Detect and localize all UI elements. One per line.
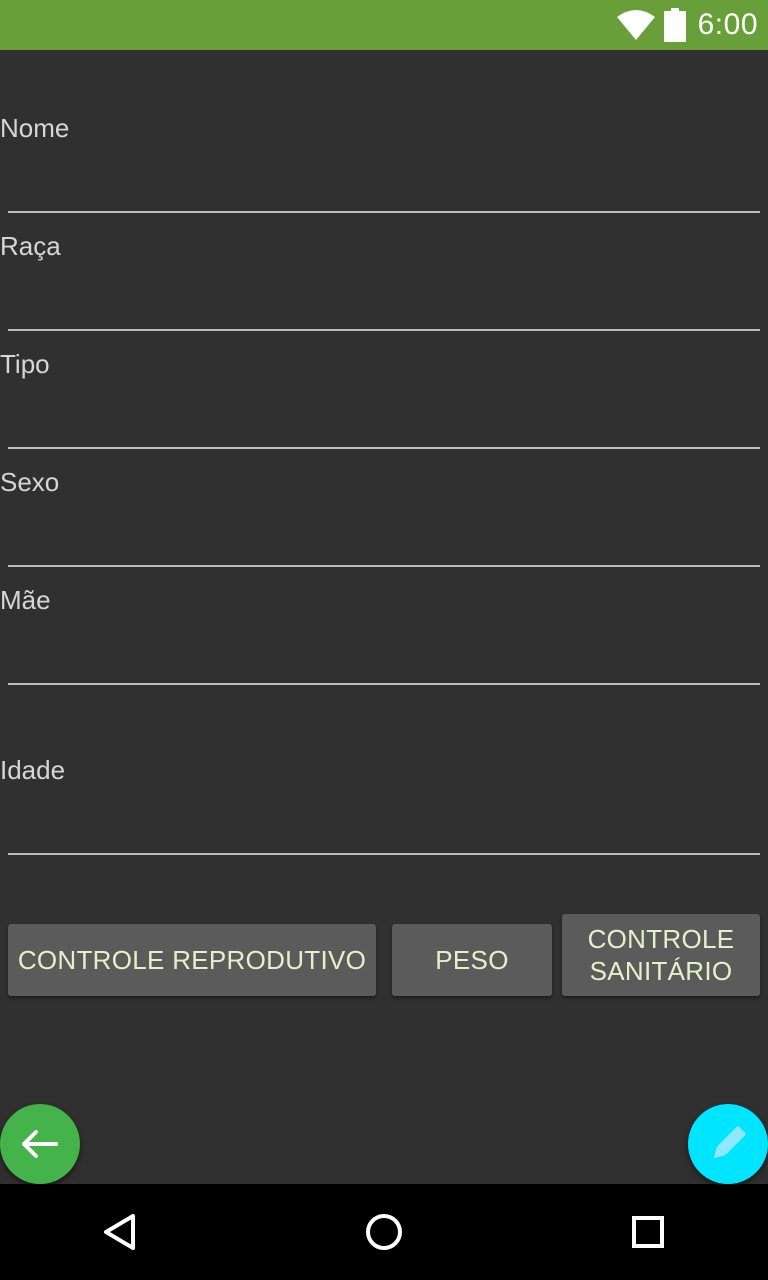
field-label-nome: Nome bbox=[0, 113, 70, 143]
peso-button[interactable]: PESO bbox=[392, 924, 552, 996]
home-circle-icon bbox=[366, 1214, 402, 1250]
controle-sanitario-label-line1: CONTROLE bbox=[587, 924, 735, 954]
wifi-icon bbox=[616, 10, 655, 40]
nav-back-button[interactable] bbox=[72, 1184, 168, 1280]
controle-reprodutivo-button[interactable]: CONTROLE REPRODUTIVO bbox=[8, 924, 376, 996]
field-label-idade: Idade bbox=[0, 755, 66, 785]
controle-sanitario-button[interactable]: CONTROLE SANITÁRIO bbox=[562, 914, 760, 996]
controle-sanitario-label-line2: SANITÁRIO bbox=[589, 956, 733, 986]
recents-square-icon bbox=[632, 1216, 664, 1248]
pencil-icon bbox=[713, 1126, 746, 1159]
nav-recents-button[interactable] bbox=[600, 1184, 696, 1280]
controle-reprodutivo-label: CONTROLE REPRODUTIVO bbox=[17, 945, 367, 975]
tipo-input[interactable] bbox=[8, 447, 760, 449]
nome-input[interactable] bbox=[8, 211, 760, 213]
status-bar: 6:00 bbox=[0, 0, 768, 50]
field-label-raca: Raça bbox=[0, 231, 61, 261]
back-fab-button[interactable] bbox=[0, 1104, 80, 1184]
field-label-tipo: Tipo bbox=[0, 349, 50, 379]
peso-label: PESO bbox=[435, 945, 509, 975]
field-label-mae: Mãe bbox=[0, 585, 51, 615]
nav-home-button[interactable] bbox=[336, 1184, 432, 1280]
back-triangle-icon bbox=[104, 1214, 135, 1250]
raca-input[interactable] bbox=[8, 329, 760, 331]
idade-input[interactable] bbox=[8, 853, 760, 855]
status-icons: 6:00 bbox=[616, 0, 758, 50]
field-label-sexo: Sexo bbox=[0, 467, 60, 497]
battery-icon bbox=[663, 8, 686, 42]
sexo-input[interactable] bbox=[8, 565, 760, 567]
status-time: 6:00 bbox=[697, 8, 758, 41]
arrow-left-icon bbox=[22, 1130, 58, 1158]
mae-input[interactable] bbox=[8, 683, 760, 685]
system-nav-bar bbox=[0, 1184, 768, 1280]
edit-fab-button[interactable] bbox=[688, 1104, 768, 1184]
